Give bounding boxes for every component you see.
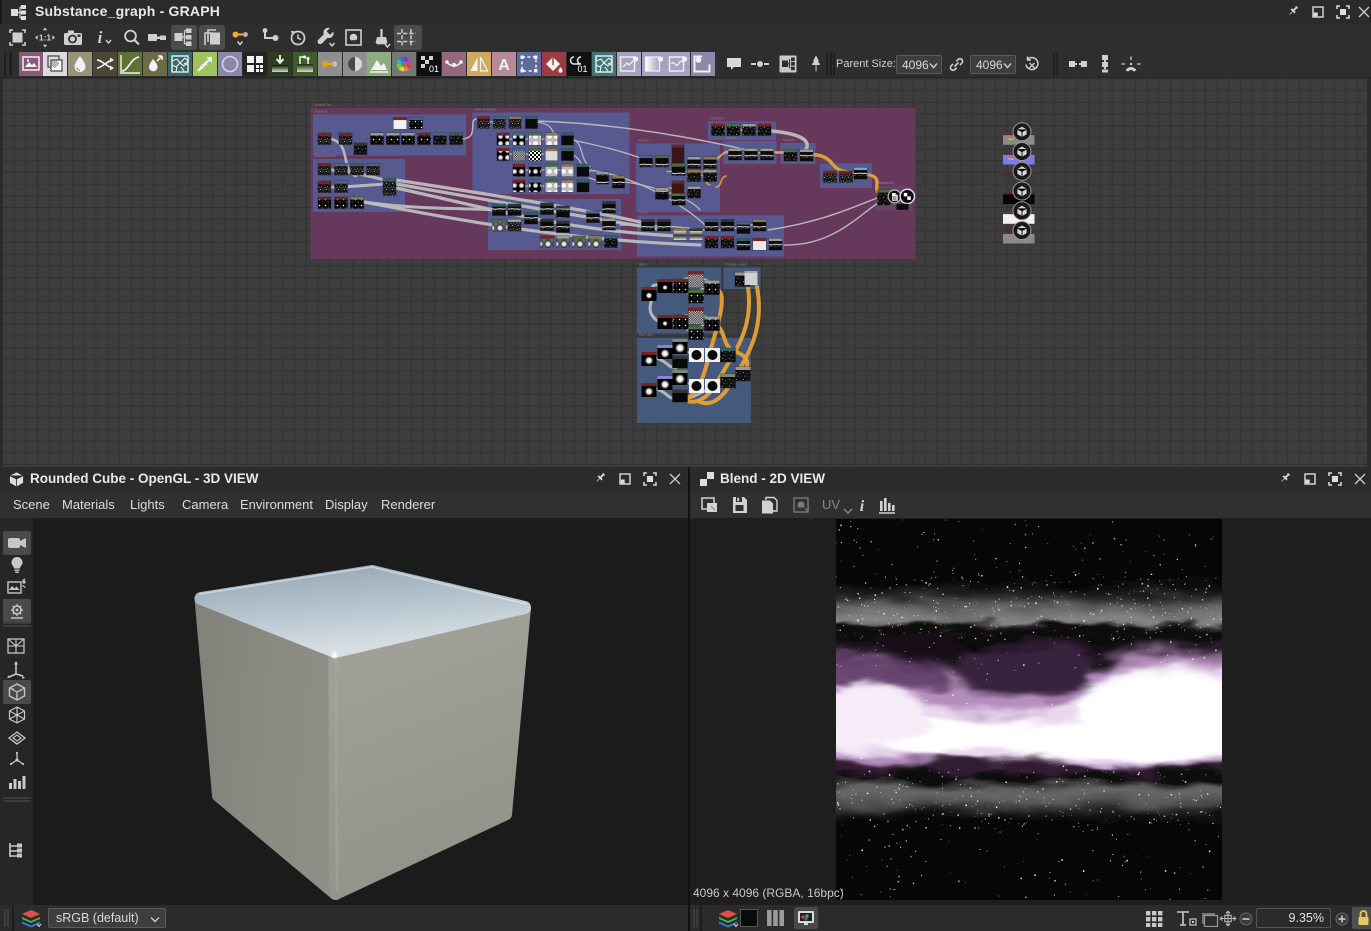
svg-text:i: i [860, 498, 865, 515]
svg-text:Star Map: Star Map [639, 333, 653, 337]
svg-text:Main Starfield: Main Starfield [315, 154, 336, 158]
svg-text:Stars: Stars [639, 263, 647, 267]
svg-text:01: 01 [429, 64, 439, 74]
svg-text:1:1: 1:1 [39, 33, 52, 43]
svg-text:Opacities: Opacities [710, 117, 724, 121]
svg-text:Warrior: Warrior [638, 139, 650, 143]
svg-text:Blender: Blender [726, 136, 739, 140]
svg-text:Main Nebulific: Main Nebulific [475, 108, 497, 112]
svg-text:i: i [98, 28, 103, 47]
svg-text:Sharpen: Sharpen [783, 138, 796, 142]
svg-text:Nebula/3D: Nebula/3D [877, 181, 894, 185]
svg-text:Noise: Noise [639, 211, 648, 215]
svg-text:Camera Sky: Camera Sky [313, 103, 332, 107]
svg-text:Nebula Layers: Nebula Layers [726, 263, 748, 267]
svg-text:Starfield: Starfield [315, 110, 328, 114]
svg-text:01: 01 [577, 64, 587, 74]
svg-text:A: A [498, 57, 510, 74]
